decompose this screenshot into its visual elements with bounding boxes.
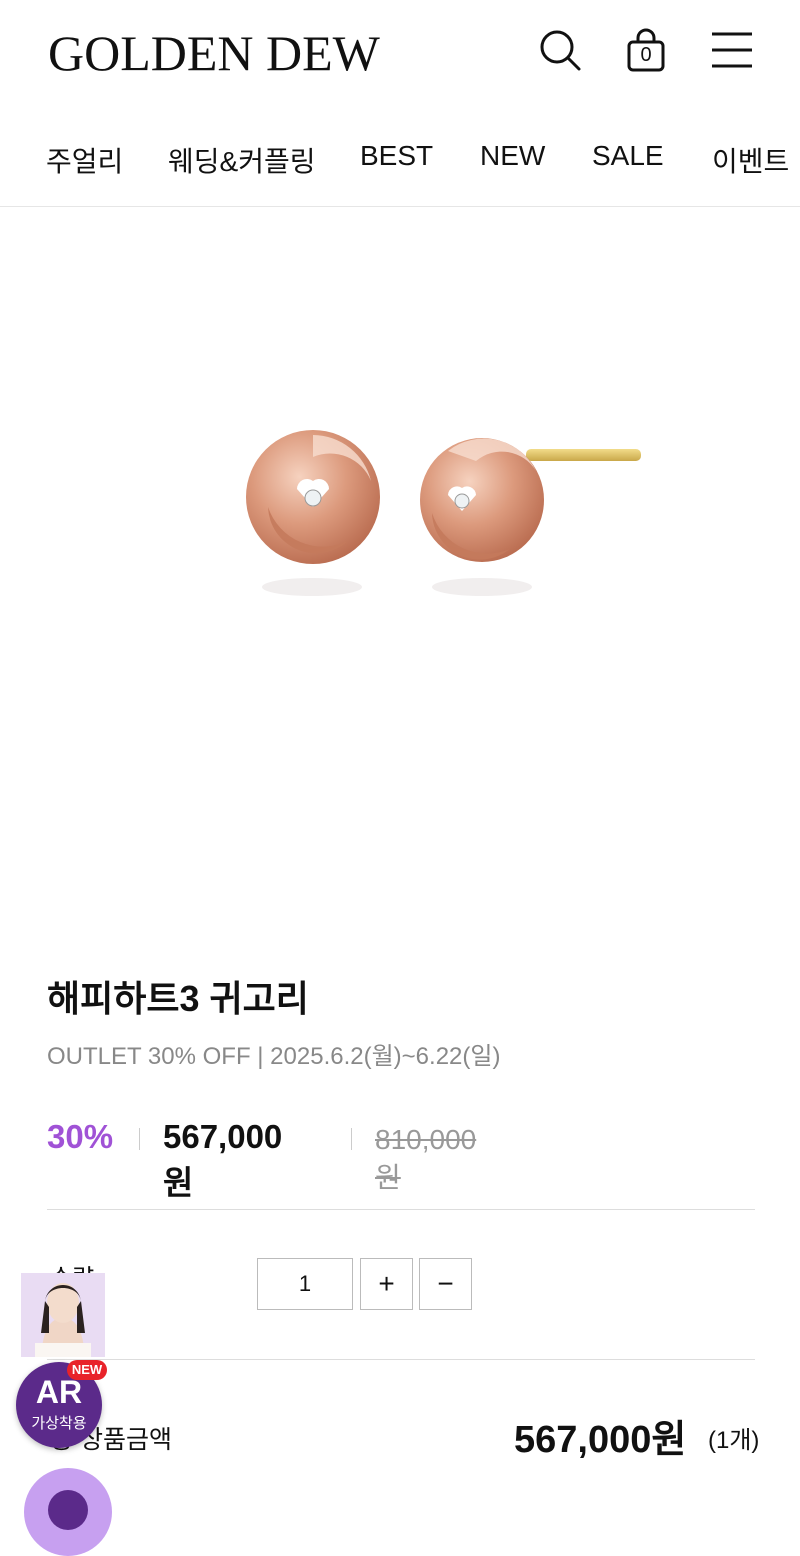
chat-icon [48, 1490, 88, 1530]
ar-sublabel: 가상착용 [31, 1415, 87, 1432]
nav-item-wedding[interactable]: 웨딩&커플링 [168, 140, 315, 180]
nav-item-new[interactable]: NEW [480, 140, 545, 172]
chat-button[interactable] [24, 1468, 112, 1556]
sale-price: 567,000원 [163, 1118, 283, 1201]
cart-count: 0 [640, 44, 652, 66]
original-price: 810,000원 [375, 1124, 477, 1193]
divider [47, 1209, 755, 1210]
total-price: 567,000원 [514, 1419, 687, 1461]
nav-item-event[interactable]: 이벤트 [712, 140, 789, 180]
menu-icon[interactable] [708, 26, 756, 74]
nav-item-sale[interactable]: SALE [592, 140, 664, 172]
nav-item-jewelry[interactable]: 주얼리 [46, 140, 123, 180]
new-badge: NEW [67, 1360, 107, 1380]
search-icon[interactable] [536, 26, 584, 74]
model-thumbnail[interactable] [21, 1273, 105, 1357]
price-separator [351, 1128, 352, 1150]
quantity-plus-button[interactable]: + [360, 1258, 413, 1310]
price-separator [139, 1128, 140, 1150]
brand-logo[interactable]: GOLDEN DEW [48, 24, 380, 82]
total-count: (1개) [708, 1427, 760, 1454]
divider [47, 1359, 755, 1360]
shopping-bag-icon[interactable]: 0 [622, 26, 670, 74]
product-image[interactable] [0, 207, 800, 927]
quantity-minus-button[interactable]: − [419, 1258, 472, 1310]
header: GOLDEN DEW 0 [0, 0, 800, 105]
discount-rate: 30% [47, 1118, 114, 1155]
product-subtitle: OUTLET 30% OFF | 2025.6.2(월)~6.22(일) [47, 1043, 501, 1070]
quantity-input[interactable]: 1 [257, 1258, 353, 1310]
category-nav: 주얼리 웨딩&커플링 BEST NEW SALE 이벤트 [0, 130, 800, 190]
product-title: 해피하트3 귀고리 [47, 978, 309, 1019]
nav-item-best[interactable]: BEST [360, 140, 433, 172]
